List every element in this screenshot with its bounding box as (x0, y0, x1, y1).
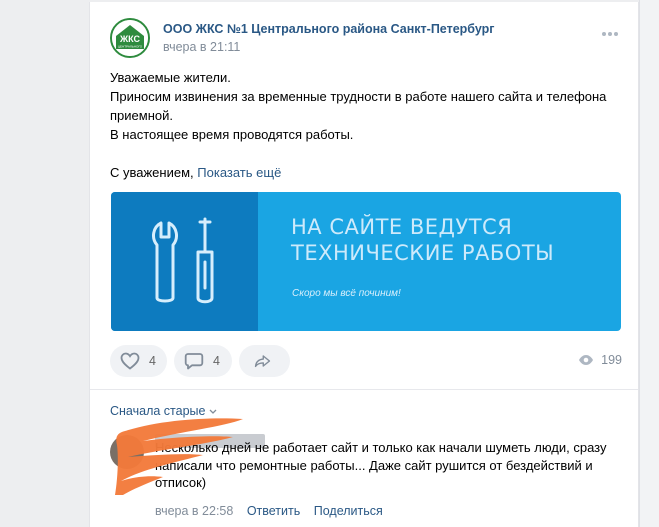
comment-meta: вчера в 22:58 Ответить Поделиться (155, 504, 383, 518)
heart-icon (120, 352, 140, 370)
comment-count: 4 (213, 354, 220, 368)
post-text: Уважаемые жители. Приносим извинения за … (110, 68, 620, 182)
post-header: ЖКС ЦЕНТРАЛЬНОГО ООО ЖКС №1 Центрального… (110, 18, 620, 58)
avatar-logo-icon: ЖКС ЦЕНТРАЛЬНОГО (112, 20, 148, 56)
banner-subtitle: Скоро мы всё починим! (292, 288, 401, 299)
comments-sort-toggle[interactable]: Сначала старые (110, 404, 217, 418)
views-counter: 199 (578, 353, 622, 367)
avatar-text: ЖКС (119, 34, 141, 44)
like-button[interactable]: 4 (110, 345, 167, 377)
chevron-down-icon (210, 409, 217, 414)
share-button[interactable] (239, 345, 290, 377)
post-text-line: Приносим извинения за временные трудност… (110, 89, 607, 123)
page-background-left (0, 0, 89, 527)
screwdriver-icon (196, 217, 214, 304)
comment-item: Несколько дней не работает сайт и только… (110, 430, 620, 527)
banner-title-line1: НА САЙТЕ ВЕДУТСЯ (291, 215, 513, 239)
banner-title: НА САЙТЕ ВЕДУТСЯ ТЕХНИЧЕСКИЕ РАБОТЫ (291, 214, 611, 266)
wrench-icon (152, 221, 178, 303)
avatar-subtext: ЦЕНТРАЛЬНОГО (118, 45, 143, 49)
share-comment-link[interactable]: Поделиться (314, 504, 383, 518)
comment-text-content: Несколько дней не работает сайт и только… (155, 440, 607, 490)
post-text-blank-line (110, 144, 620, 163)
eye-icon (579, 355, 594, 365)
views-count: 199 (601, 353, 622, 367)
comment-bubble-icon (184, 353, 204, 370)
comment-avatar[interactable] (110, 435, 144, 469)
more-dots-icon[interactable] (600, 30, 620, 38)
comment-time[interactable]: вчера в 22:58 (155, 504, 233, 518)
share-arrow-icon (254, 355, 271, 368)
community-avatar[interactable]: ЖКС ЦЕНТРАЛЬНОГО (110, 18, 150, 58)
tools-illustration (152, 217, 214, 304)
reply-link[interactable]: Ответить (247, 504, 300, 518)
page-scroll-area (639, 0, 659, 527)
post-card: ЖКС ЦЕНТРАЛЬНОГО ООО ЖКС №1 Центрального… (89, 2, 639, 527)
post-text-line: С уважением, (110, 165, 194, 180)
like-count: 4 (149, 354, 156, 368)
post-author[interactable]: ООО ЖКС №1 Центрального района Санкт-Пет… (163, 22, 495, 36)
show-more-link[interactable]: Показать ещё (197, 165, 281, 180)
post-time[interactable]: вчера в 21:11 (163, 40, 240, 54)
banner-title-line2: ТЕХНИЧЕСКИЕ РАБОТЫ (291, 241, 555, 265)
comment-button[interactable]: 4 (174, 345, 232, 377)
banner-icon-panel (111, 192, 258, 331)
post-actions: 4 4 199 (110, 345, 622, 377)
post-image-banner[interactable]: НА САЙТЕ ВЕДУТСЯ ТЕХНИЧЕСКИЕ РАБОТЫ Скор… (111, 192, 621, 331)
comment-text: Несколько дней не работает сайт и только… (155, 432, 625, 492)
sort-label: Сначала старые (110, 404, 206, 418)
post-text-last-line: С уважением, Показать ещё (110, 163, 620, 182)
comments-divider (90, 389, 638, 390)
post-text-line: В настоящее время проводятся работы. (110, 127, 354, 142)
post-text-line: Уважаемые жители. (110, 70, 231, 85)
